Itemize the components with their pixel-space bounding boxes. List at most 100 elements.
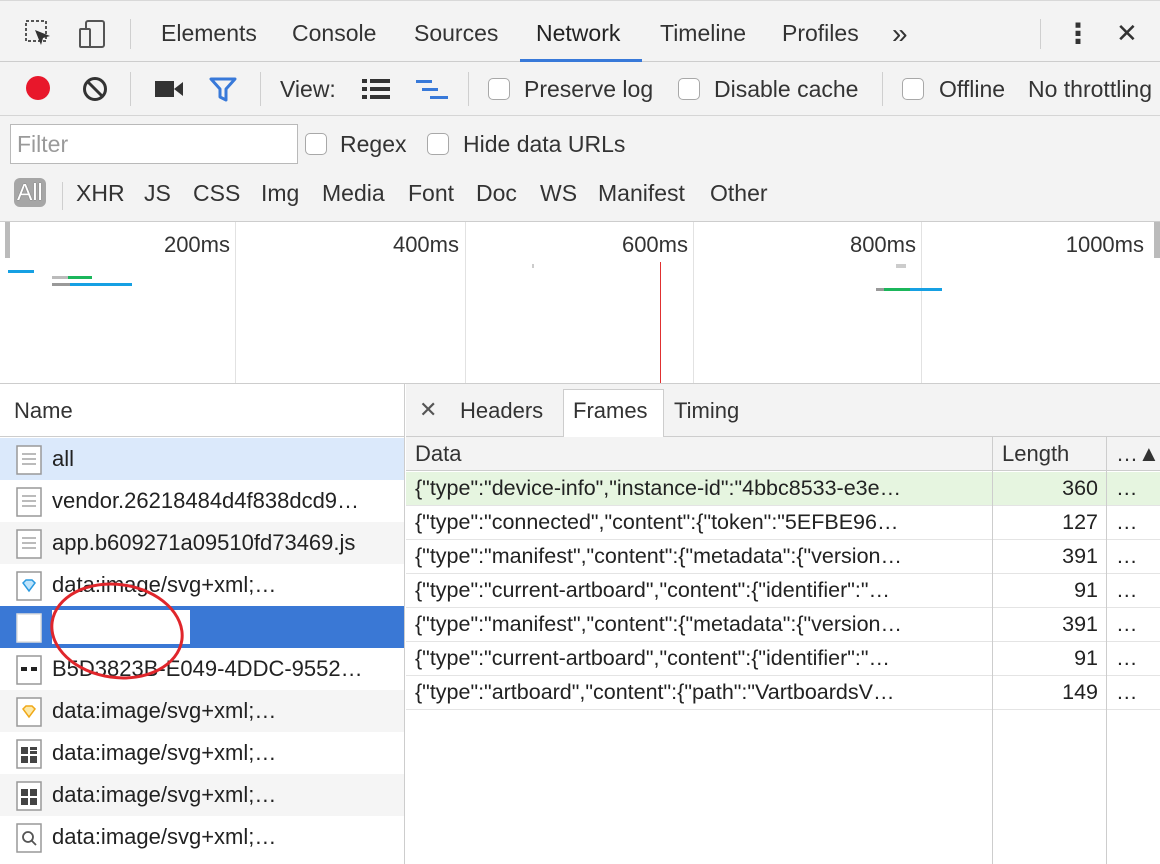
- overview-tick-label: 1000ms: [1065, 232, 1144, 257]
- frame-row[interactable]: {"type":"current-artboard","content":{"i…: [406, 642, 1160, 676]
- request-row[interactable]: data:image/svg+xml;…: [0, 816, 404, 858]
- document-icon: [16, 445, 42, 475]
- frame-data: {"type":"connected","content":{"token":"…: [415, 510, 899, 534]
- sort-more-column-header[interactable]: …▲: [1116, 441, 1160, 467]
- preserve-log-checkbox[interactable]: [488, 78, 510, 100]
- length-column-header[interactable]: Length: [1002, 441, 1069, 467]
- type-filter-manifest[interactable]: Manifest: [598, 180, 685, 207]
- grid-icon: [16, 739, 42, 769]
- preserve-log-label: Preserve log: [524, 76, 654, 102]
- data-column-header[interactable]: Data: [415, 441, 461, 467]
- frame-row[interactable]: {"type":"manifest","content":{"metadata"…: [406, 608, 1160, 642]
- request-row[interactable]: all: [0, 438, 404, 480]
- diamond-blue-icon: [16, 571, 42, 601]
- offline-checkbox[interactable]: [902, 78, 924, 100]
- type-filter-other[interactable]: Other: [710, 180, 768, 207]
- frame-more: …: [1116, 510, 1138, 534]
- request-row[interactable]: data:image/svg+xml;…: [0, 564, 404, 606]
- tab-frames[interactable]: Frames: [573, 398, 648, 424]
- tab-headers[interactable]: Headers: [460, 398, 543, 424]
- name-column-header[interactable]: Name: [0, 384, 404, 437]
- request-row[interactable]: data:image/svg+xml;…: [0, 732, 404, 774]
- inspect-element-icon[interactable]: [24, 19, 54, 55]
- type-filter-img[interactable]: Img: [261, 180, 299, 207]
- type-filter-xhr[interactable]: XHR: [76, 180, 125, 207]
- filter-input[interactable]: [10, 124, 298, 164]
- request-name: data:image/svg+xml;…: [52, 698, 277, 723]
- tab-profiles[interactable]: Profiles: [782, 20, 859, 47]
- column-divider[interactable]: [992, 437, 993, 864]
- tab-network[interactable]: Network: [536, 20, 620, 47]
- tab-sources[interactable]: Sources: [414, 20, 498, 47]
- regex-checkbox[interactable]: [305, 133, 327, 155]
- request-name: data:image/svg+xml;…: [52, 572, 277, 597]
- overview-request-bar: [876, 288, 884, 291]
- image-icon: [16, 655, 42, 685]
- close-detail-icon[interactable]: ✕: [419, 397, 437, 423]
- overview-request-bar: [896, 264, 906, 268]
- type-filter-all[interactable]: All: [14, 178, 46, 207]
- close-devtools-icon[interactable]: ✕: [1116, 18, 1138, 49]
- frame-length: 149: [1062, 680, 1098, 704]
- frame-row[interactable]: {"type":"artboard","content":{"path":"Va…: [406, 676, 1160, 710]
- type-filter-media[interactable]: Media: [322, 180, 385, 207]
- overview-request-bar: [70, 283, 132, 286]
- column-divider[interactable]: [1106, 437, 1107, 864]
- blank-document-icon: [16, 613, 42, 643]
- filter-bar: Regex Hide data URLs: [0, 116, 1160, 172]
- tab-elements[interactable]: Elements: [161, 20, 257, 47]
- overview-right-handle[interactable]: [1154, 222, 1160, 258]
- request-row[interactable]: data:image/svg+xml;…: [0, 774, 404, 816]
- network-overview[interactable]: 200ms 400ms 600ms 800ms 1000ms: [0, 222, 1160, 384]
- tab-timing[interactable]: Timing: [674, 398, 739, 424]
- customize-menu-icon[interactable]: ⋮: [1064, 17, 1092, 50]
- frame-more: …: [1116, 612, 1138, 636]
- type-filter-ws[interactable]: WS: [540, 180, 577, 207]
- disable-cache-checkbox[interactable]: [678, 78, 700, 100]
- overview-request-bar: [8, 270, 34, 273]
- type-filter-css[interactable]: CSS: [193, 180, 240, 207]
- waterfall-view-icon[interactable]: [416, 80, 450, 106]
- overview-request-bar: [52, 283, 70, 286]
- request-row[interactable]: B5D3823B-E049-4DDC-9552…: [0, 648, 404, 690]
- filter-funnel-icon[interactable]: [209, 76, 237, 108]
- tab-console[interactable]: Console: [292, 20, 376, 47]
- more-tabs-chevron-icon[interactable]: »: [892, 18, 908, 50]
- throttling-select[interactable]: No throttling: [1028, 76, 1152, 103]
- record-icon[interactable]: [26, 76, 50, 100]
- frame-length: 91: [1074, 578, 1098, 602]
- frame-length: 391: [1062, 612, 1098, 636]
- overview-request-bar: [910, 288, 942, 291]
- large-rows-icon[interactable]: [362, 79, 390, 105]
- type-filter-doc[interactable]: Doc: [476, 180, 517, 207]
- frame-row[interactable]: {"type":"device-info","instance-id":"4bb…: [406, 472, 1160, 506]
- frame-length: 360: [1062, 476, 1098, 500]
- request-row[interactable]: app.b609271a09510fd73469.js: [0, 522, 404, 564]
- capture-screenshots-icon[interactable]: [155, 79, 185, 105]
- request-row[interactable]: vendor.26218484d4f838dcd9…: [0, 480, 404, 522]
- devtools-tab-bar: Elements Console Sources Network Timelin…: [0, 0, 1160, 63]
- offline-label: Offline: [939, 76, 1006, 102]
- frame-row[interactable]: {"type":"manifest","content":{"metadata"…: [406, 540, 1160, 574]
- resource-type-filters: All XHR JS CSS Img Media Font Doc WS Man…: [0, 172, 1160, 222]
- type-filter-js[interactable]: JS: [144, 180, 171, 207]
- overview-tick-label: 400ms: [392, 232, 459, 257]
- hide-data-urls-checkbox[interactable]: [427, 133, 449, 155]
- overview-request-bar: [532, 264, 534, 268]
- tab-timeline[interactable]: Timeline: [660, 20, 746, 47]
- network-toolbar: View: Preserve log Disable cache Offline…: [0, 62, 1160, 116]
- overview-left-handle[interactable]: [5, 222, 10, 258]
- frame-data: {"type":"current-artboard","content":{"i…: [415, 578, 891, 602]
- frame-row[interactable]: {"type":"connected","content":{"token":"…: [406, 506, 1160, 540]
- document-icon: [16, 487, 42, 517]
- grid-icon: [16, 781, 42, 811]
- frame-row[interactable]: {"type":"current-artboard","content":{"i…: [406, 574, 1160, 608]
- request-row-selected[interactable]: [0, 606, 404, 648]
- frame-length: 91: [1074, 646, 1098, 670]
- device-mode-icon[interactable]: [78, 19, 108, 55]
- clear-icon[interactable]: [82, 76, 108, 108]
- document-icon: [16, 529, 42, 559]
- request-list-panel: Name all vendor.26218484d4f838dcd9… app.…: [0, 384, 405, 864]
- type-filter-font[interactable]: Font: [408, 180, 454, 207]
- request-row[interactable]: data:image/svg+xml;…: [0, 690, 404, 732]
